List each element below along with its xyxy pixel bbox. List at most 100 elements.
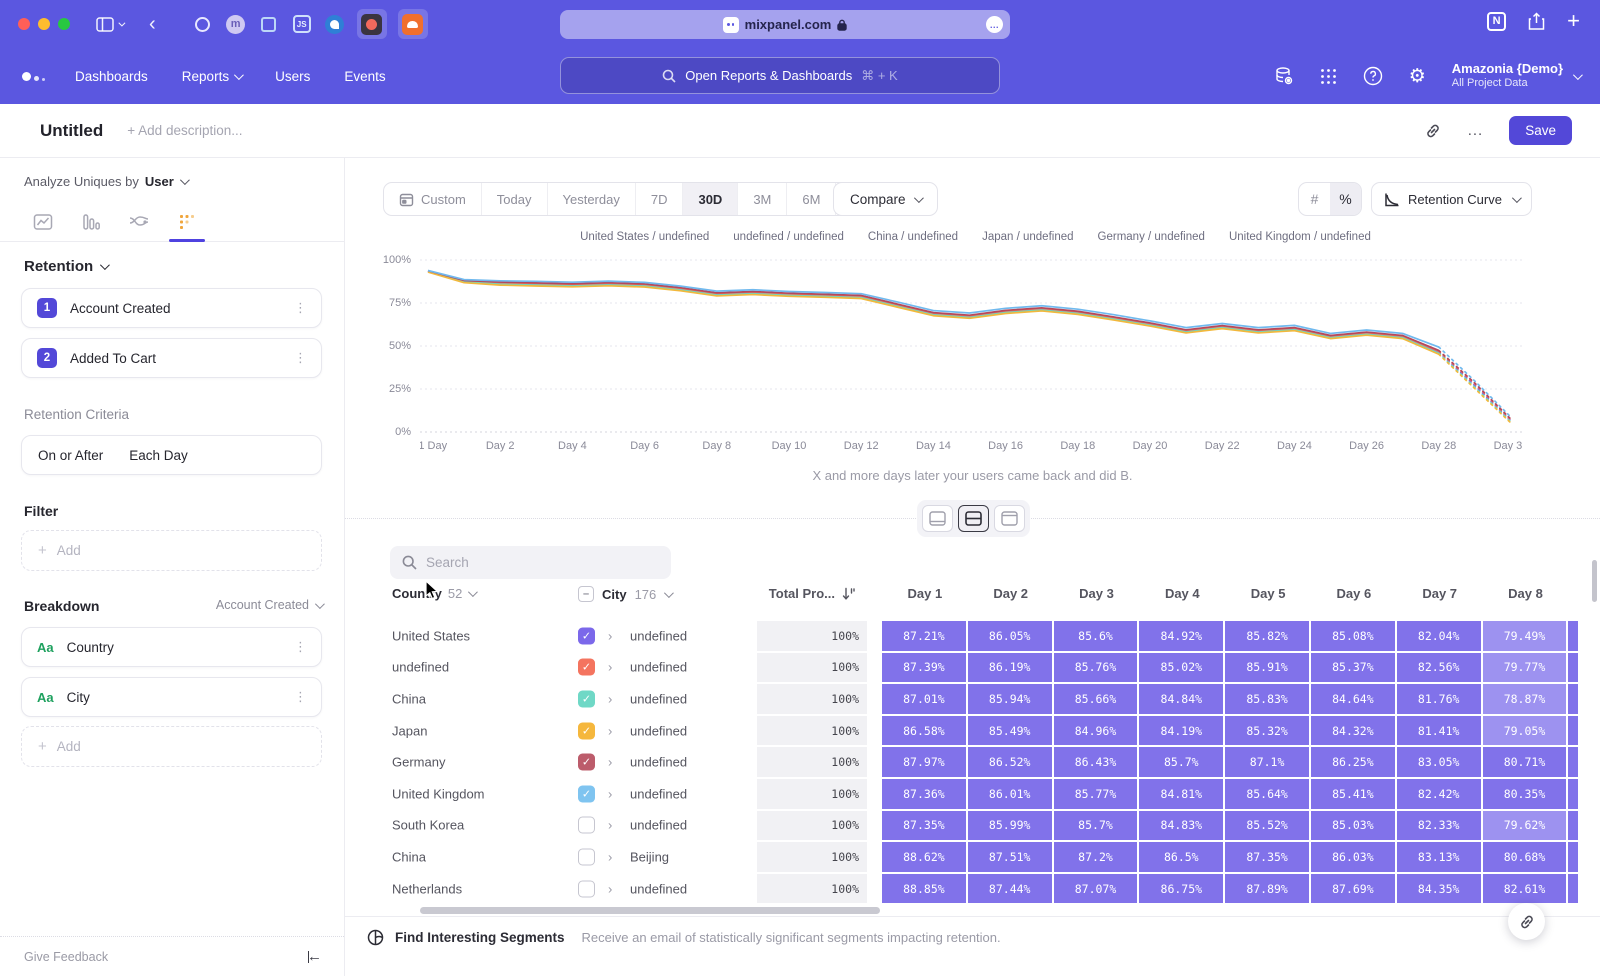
day-column-header[interactable]: Day 2 — [968, 586, 1054, 601]
add-breakdown-button[interactable]: + Add — [21, 726, 322, 767]
retention-value-cell[interactable]: 86.05% — [968, 621, 1052, 651]
retention-value-cell[interactable]: 85.66% — [1054, 684, 1138, 714]
retention-value-cell[interactable]: 79.49% — [1483, 621, 1567, 651]
retention-value-cell[interactable]: 86.52% — [968, 747, 1052, 777]
address-bar[interactable]: mixpanel.com ... — [560, 10, 1010, 39]
expand-row-icon[interactable]: › — [608, 723, 612, 738]
retention-value-cell[interactable]: 86.75% — [1139, 874, 1223, 904]
expand-row-icon[interactable]: › — [608, 881, 612, 896]
retention-value-cell[interactable]: 78.87% — [1483, 684, 1567, 714]
retention-value-cell[interactable]: 87.44% — [968, 874, 1052, 904]
legend-item[interactable]: undefined / undefined — [727, 231, 844, 243]
day-column-header[interactable]: Day 4 — [1139, 586, 1225, 601]
retention-value-cell[interactable]: 85.6% — [1054, 621, 1138, 651]
close-window-button[interactable] — [18, 18, 30, 30]
day-column-header[interactable]: Day 6 — [1311, 586, 1397, 601]
expand-row-icon[interactable]: › — [608, 818, 612, 833]
retention-value-cell[interactable]: 88.62% — [882, 842, 966, 872]
tab-insights[interactable] — [30, 202, 56, 241]
collapse-sidebar-icon[interactable]: ← — [308, 948, 322, 965]
expand-row-icon[interactable]: › — [608, 755, 612, 770]
retention-value-cell[interactable]: 85.32% — [1225, 716, 1309, 746]
global-search[interactable]: Open Reports & Dashboards ⌘ + K — [560, 57, 1000, 94]
percent-toggle[interactable]: % — [1330, 183, 1361, 215]
kebab-menu-icon[interactable]: ⋮ — [294, 300, 307, 316]
retention-value-cell[interactable]: 84.92% — [1139, 621, 1223, 651]
retention-value-cell[interactable]: 85.82% — [1225, 621, 1309, 651]
retention-value-cell[interactable]: 81.76% — [1397, 684, 1481, 714]
retention-value-cell[interactable]: 87.01% — [882, 684, 966, 714]
copy-link-icon[interactable] — [1424, 122, 1442, 140]
new-tab-icon[interactable]: + — [1567, 10, 1580, 32]
retention-criteria-card[interactable]: On or After Each Day — [21, 435, 322, 475]
tab-flows[interactable] — [126, 202, 152, 241]
retention-section-header[interactable]: Retention — [24, 258, 107, 275]
select-all-checkbox[interactable]: – — [578, 586, 594, 602]
retention-value-cell[interactable]: 85.91% — [1225, 653, 1309, 683]
retention-value-cell[interactable]: 87.97% — [882, 747, 966, 777]
mixpanel-logo[interactable] — [22, 72, 45, 81]
retention-value-cell[interactable]: 84.84% — [1139, 684, 1223, 714]
day-column-header[interactable]: Day 7 — [1397, 586, 1483, 601]
maximize-window-button[interactable] — [58, 18, 70, 30]
vertical-scrollbar[interactable] — [1592, 560, 1597, 602]
tab-retention[interactable] — [174, 202, 200, 241]
table-search-input[interactable]: Search — [390, 546, 671, 579]
retention-value-cell[interactable]: 84.64% — [1311, 684, 1395, 714]
extension-cube-icon[interactable] — [258, 13, 280, 35]
criteria-mode[interactable]: On or After — [38, 448, 103, 463]
extension-ring-icon[interactable] — [192, 13, 214, 35]
city-column-header[interactable]: – City 176 — [578, 586, 671, 602]
retention-value-cell[interactable]: 80.71% — [1483, 747, 1567, 777]
retention-value-cell[interactable]: 86.58% — [882, 716, 966, 746]
data-management-icon[interactable] — [1274, 66, 1294, 86]
range-3m[interactable]: 3M — [737, 183, 786, 215]
expand-row-icon[interactable]: › — [608, 691, 612, 706]
compare-button[interactable]: Compare — [833, 182, 938, 216]
retention-value-cell[interactable]: 85.64% — [1225, 779, 1309, 809]
retention-value-cell[interactable]: 84.83% — [1139, 811, 1223, 841]
retention-value-cell[interactable]: 81.41% — [1397, 716, 1481, 746]
share-icon[interactable] — [1528, 12, 1545, 31]
retention-value-cell[interactable]: 85.77% — [1054, 779, 1138, 809]
retention-value-cell[interactable]: 87.89% — [1225, 874, 1309, 904]
retention-value-cell[interactable]: 85.7% — [1139, 747, 1223, 777]
event-step-card[interactable]: 2 Added To Cart ⋮ — [21, 338, 322, 378]
retention-value-cell[interactable]: 85.08% — [1311, 621, 1395, 651]
retention-value-cell[interactable]: 87.35% — [882, 811, 966, 841]
save-button[interactable]: Save — [1509, 116, 1572, 145]
row-checkbox[interactable]: ✓ — [578, 722, 595, 739]
expand-row-icon[interactable]: › — [608, 628, 612, 643]
analyze-uniques-control[interactable]: Analyze Uniques by User — [24, 174, 187, 189]
day-column-header[interactable]: Day 5 — [1225, 586, 1311, 601]
retention-value-cell[interactable]: 82.42% — [1397, 779, 1481, 809]
row-checkbox[interactable]: ✓ — [578, 690, 595, 707]
range-7d[interactable]: 7D — [635, 183, 683, 215]
range-6m[interactable]: 6M — [786, 183, 835, 215]
extension-m-icon[interactable]: m — [225, 13, 247, 35]
range-today[interactable]: Today — [481, 183, 547, 215]
retention-value-cell[interactable]: 85.37% — [1311, 653, 1395, 683]
range-yesterday[interactable]: Yesterday — [547, 183, 635, 215]
retention-value-cell[interactable]: 79.62% — [1483, 811, 1567, 841]
retention-value-cell[interactable]: 79.05% — [1483, 716, 1567, 746]
nav-item-events[interactable]: Events — [344, 69, 385, 84]
retention-value-cell[interactable]: 86.5% — [1139, 842, 1223, 872]
tab-funnels[interactable] — [78, 202, 104, 241]
retention-value-cell[interactable]: 87.36% — [882, 779, 966, 809]
window-controls[interactable] — [18, 18, 70, 30]
extension-js-icon[interactable]: JS — [291, 13, 313, 35]
back-button[interactable]: ‹ — [149, 14, 156, 34]
retention-value-cell[interactable]: 85.94% — [968, 684, 1052, 714]
row-checkbox[interactable]: ✓ — [578, 627, 595, 644]
retention-value-cell[interactable]: 86.43% — [1054, 747, 1138, 777]
give-feedback-link[interactable]: Give Feedback — [24, 950, 108, 964]
kebab-menu-icon[interactable]: ⋮ — [294, 689, 307, 705]
legend-item[interactable]: United Kingdom / undefined — [1223, 231, 1371, 243]
retention-value-cell[interactable]: 85.7% — [1054, 811, 1138, 841]
retention-value-cell[interactable]: 87.39% — [882, 653, 966, 683]
retention-value-cell[interactable]: 85.41% — [1311, 779, 1395, 809]
legend-item[interactable]: Japan / undefined — [976, 231, 1073, 243]
retention-value-cell[interactable]: 84.96% — [1054, 716, 1138, 746]
retention-value-cell[interactable]: 82.56% — [1397, 653, 1481, 683]
